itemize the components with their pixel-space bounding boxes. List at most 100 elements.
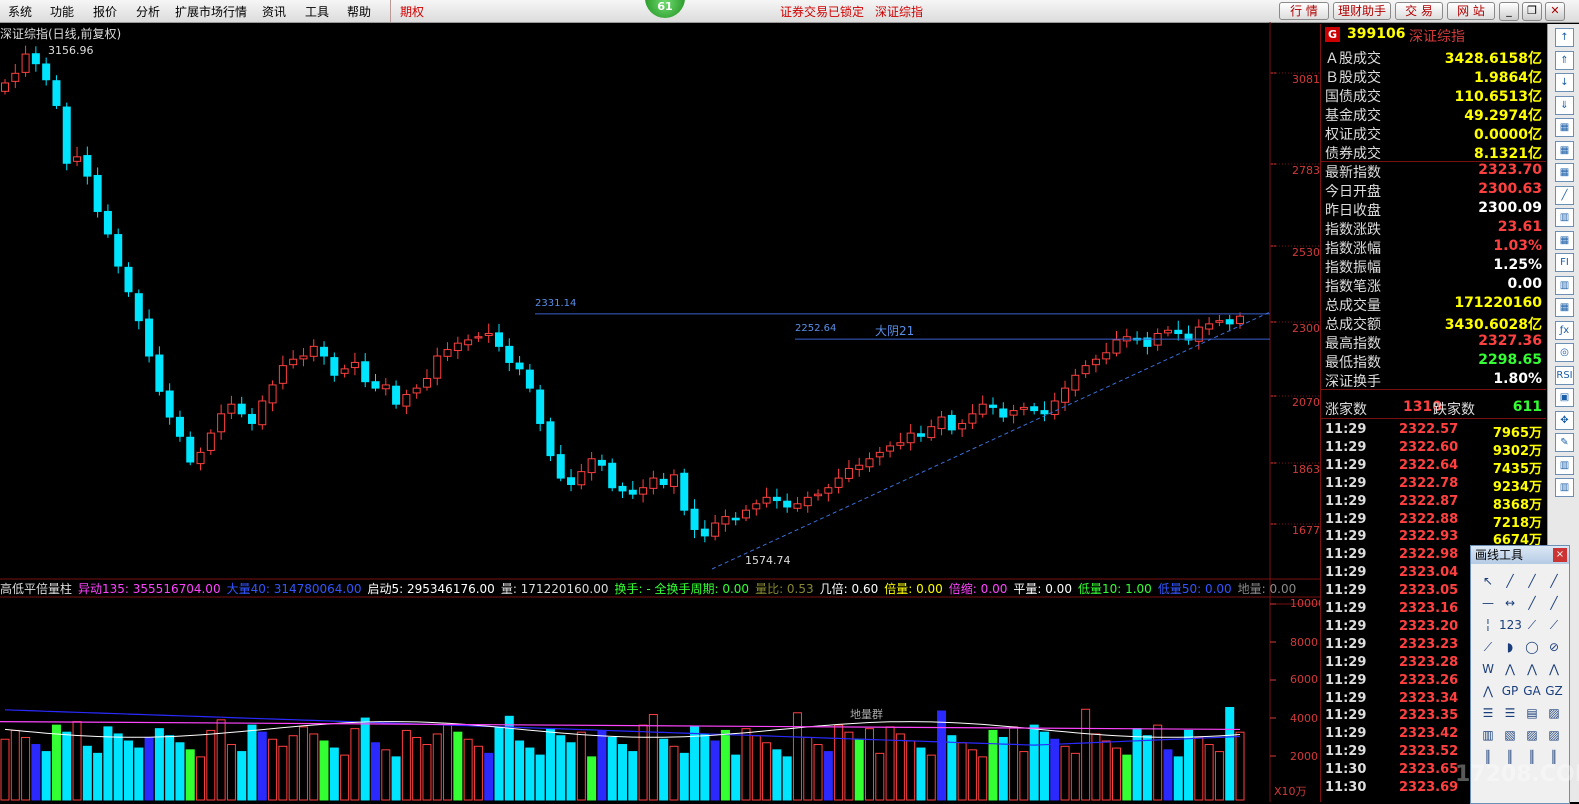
- indicator-name[interactable]: 高低平倍量柱: [0, 582, 72, 596]
- toolbar-tool-icon[interactable]: ▣: [1555, 388, 1574, 407]
- volume-bar: [124, 740, 133, 801]
- toolbar-tool-icon[interactable]: ▥: [1555, 208, 1574, 227]
- drawing-tool-icon[interactable]: ▨: [1521, 724, 1543, 746]
- toolbar-tool-icon[interactable]: ╱: [1555, 185, 1574, 205]
- candle-body: [217, 413, 226, 433]
- toolbar-tool-icon[interactable]: ↓: [1555, 73, 1574, 92]
- toolbar-tool-icon[interactable]: ▦: [1555, 140, 1574, 160]
- drawing-tool-icon[interactable]: ↔: [1499, 592, 1521, 614]
- toolbar-tool-icon[interactable]: ↑: [1555, 28, 1574, 47]
- close-icon[interactable]: ✕: [1545, 2, 1565, 21]
- drawing-tool-icon[interactable]: ⟋: [1543, 614, 1565, 636]
- toolbar-tool-icon[interactable]: ▦: [1555, 163, 1574, 182]
- quote-button[interactable]: 行 情: [1279, 2, 1329, 20]
- drawing-tool-icon[interactable]: ▤: [1521, 702, 1543, 724]
- toolbar-tool-icon[interactable]: ▥: [1555, 275, 1574, 295]
- candle-body: [340, 368, 349, 374]
- kline-chart[interactable]: 地量群 3156.96 1574.74 2331.14 2252.64 大阴21: [0, 22, 1320, 802]
- trade-button[interactable]: 交 易: [1395, 2, 1443, 20]
- candle-body: [937, 416, 946, 430]
- finance-assistant-button[interactable]: 理财助手: [1333, 2, 1391, 20]
- candle-body: [597, 459, 606, 466]
- menu-item[interactable]: 报价: [93, 3, 117, 20]
- toolbar-tool-icon[interactable]: ▥: [1555, 455, 1574, 475]
- drawing-tool-icon[interactable]: ↖: [1477, 570, 1499, 592]
- menu-item[interactable]: 工具: [305, 3, 329, 20]
- volume-bar: [360, 717, 370, 801]
- drawing-tool-icon[interactable]: ╱: [1543, 570, 1565, 592]
- drawing-tool-icon[interactable]: ☰: [1499, 702, 1521, 724]
- menu-item[interactable]: 功能: [50, 3, 74, 20]
- drawing-tool-icon[interactable]: —: [1477, 592, 1499, 614]
- drawing-tool-icon[interactable]: ▥: [1477, 724, 1499, 746]
- volume-bar: [998, 736, 1008, 801]
- menu-item[interactable]: 分析: [136, 3, 160, 20]
- drawing-tool-icon[interactable]: ╱: [1499, 570, 1521, 592]
- restore-icon[interactable]: ❐: [1522, 2, 1542, 21]
- volume-bar: [875, 752, 885, 801]
- toolbar-tool-icon[interactable]: FI: [1555, 253, 1574, 272]
- drawing-tool-icon[interactable]: ╎: [1477, 614, 1499, 636]
- candle-body: [772, 496, 781, 502]
- drawing-tool-icon[interactable]: ╱: [1521, 570, 1543, 592]
- candle-body: [1236, 315, 1244, 325]
- drawing-tool-icon[interactable]: GA: [1521, 680, 1543, 702]
- drawing-tool-icon[interactable]: GP: [1499, 680, 1521, 702]
- drawing-tool-icon[interactable]: ⟋: [1477, 636, 1499, 658]
- drawing-tool-icon[interactable]: ⋀: [1477, 680, 1499, 702]
- candle-body: [978, 403, 987, 415]
- alert-count-badge[interactable]: 61: [645, 0, 685, 18]
- quote-code: 399106: [1347, 26, 1406, 42]
- menu-item-options[interactable]: 期权: [400, 3, 424, 20]
- drawing-tool-icon[interactable]: ╱: [1543, 592, 1565, 614]
- menu-item[interactable]: 扩展市场行情: [175, 3, 247, 20]
- drawing-tool-icon[interactable]: ⋀: [1499, 658, 1521, 680]
- volume-bar: [638, 724, 648, 801]
- menu-item[interactable]: 系统: [8, 3, 32, 20]
- drawing-tool-icon[interactable]: ⊘: [1543, 636, 1565, 658]
- menu-item[interactable]: 帮助: [347, 3, 371, 20]
- drawing-tool-icon[interactable]: ▧: [1499, 724, 1521, 746]
- toolbar-tool-icon[interactable]: ƒx: [1555, 320, 1574, 340]
- candle-body: [968, 413, 977, 424]
- toolbar-tool-icon[interactable]: ⇑: [1555, 50, 1574, 70]
- drawing-tool-icon[interactable]: W: [1477, 658, 1499, 680]
- drawing-tool-icon[interactable]: ◯: [1521, 636, 1543, 658]
- candle-body: [1040, 410, 1049, 415]
- toolbar-tool-icon[interactable]: ▦: [1555, 298, 1574, 317]
- drawing-tool-icon[interactable]: ⟋: [1521, 614, 1543, 636]
- toolbar-tool-icon[interactable]: ▦: [1555, 118, 1574, 137]
- drawing-tool-icon[interactable]: ▨: [1543, 702, 1565, 724]
- trade-lock-status: 证券交易已锁定: [780, 5, 865, 19]
- minimize-icon[interactable]: _: [1499, 2, 1519, 21]
- down-count-label: 跌家数: [1433, 402, 1475, 418]
- toolbar-tool-icon[interactable]: ⇓: [1555, 95, 1574, 115]
- volume-bar: [854, 738, 864, 801]
- toolbar-tool-icon[interactable]: ◎: [1555, 343, 1574, 362]
- toolbar-tool-icon[interactable]: ▦: [1555, 230, 1574, 250]
- toolbar-tool-icon[interactable]: ✥: [1555, 410, 1574, 430]
- quote-stat-value: 3428.6158亿: [1444, 51, 1542, 67]
- drawing-tool-icon[interactable]: ⋀: [1521, 658, 1543, 680]
- volume-bar: [1101, 740, 1111, 801]
- candlesticks: [1, 45, 1244, 543]
- drawing-tools-close-icon[interactable]: ×: [1553, 548, 1567, 562]
- drawing-tool-icon[interactable]: ☰: [1477, 702, 1499, 724]
- drawing-tool-icon[interactable]: 123: [1499, 614, 1522, 636]
- toolbar-tool-icon[interactable]: RSI: [1555, 365, 1574, 385]
- toolbar-tool-icon[interactable]: ✎: [1555, 433, 1574, 452]
- toolbar-tool-icon[interactable]: ▥: [1555, 478, 1574, 497]
- price-axis-tick: 1677: [1292, 524, 1320, 537]
- drawing-tool-icon[interactable]: ◗: [1499, 636, 1521, 658]
- tick-volume: 9302万: [1492, 443, 1542, 459]
- volume-bar: [1060, 745, 1070, 801]
- drawing-tool-icon[interactable]: ⋀: [1543, 658, 1565, 680]
- menu-item[interactable]: 资讯: [262, 3, 286, 20]
- drawing-tool-icon[interactable]: ▨: [1543, 724, 1565, 746]
- tick-time: 11:29: [1325, 690, 1367, 706]
- drawing-tool-icon[interactable]: GZ: [1543, 680, 1565, 702]
- volume-level-line: [0, 720, 1241, 731]
- drawing-tool-icon[interactable]: ╱: [1521, 592, 1543, 614]
- candle-body: [361, 361, 370, 383]
- website-button[interactable]: 网 站: [1447, 2, 1495, 20]
